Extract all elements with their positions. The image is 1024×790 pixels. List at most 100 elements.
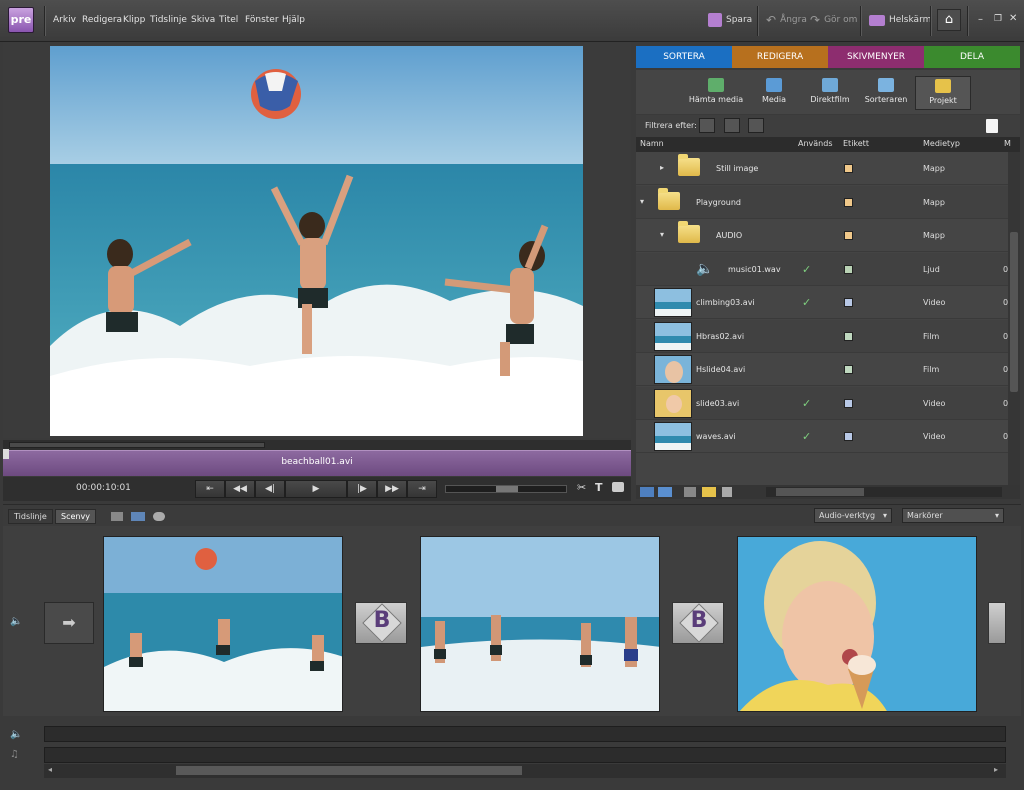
menu-klipp[interactable]: Klipp — [123, 15, 145, 25]
scene-clip-2[interactable] — [420, 536, 660, 712]
menu-skiva[interactable]: Skiva — [191, 15, 215, 25]
redo-button[interactable]: ↷ Gör om — [810, 8, 857, 32]
list-item[interactable]: 🔈 music01.wav ✓ Ljud 0 — [636, 252, 1008, 286]
film-icon — [822, 78, 838, 92]
scene-tool-icon[interactable] — [111, 512, 123, 521]
effect-tool-icon[interactable] — [153, 512, 165, 521]
icon-view-icon[interactable] — [658, 487, 672, 497]
list-horizontal-scrollbar[interactable] — [766, 487, 1002, 497]
transition-3[interactable] — [988, 602, 1006, 644]
label-swatch[interactable] — [844, 298, 853, 307]
scene-clip-1[interactable] — [103, 536, 343, 712]
menu-fonster[interactable]: Fönster — [245, 15, 279, 25]
filter-video-icon[interactable] — [699, 118, 715, 133]
fast-forward-button[interactable]: ▶▶ — [377, 480, 407, 498]
menu-hjalp[interactable]: Hjälp — [282, 15, 305, 25]
scroll-right-icon[interactable]: ▸ — [994, 765, 998, 774]
label-swatch[interactable] — [844, 264, 853, 274]
add-scene-arrow-icon[interactable]: ➡ — [44, 602, 94, 644]
media-button[interactable]: Media — [746, 76, 802, 110]
label-swatch[interactable] — [844, 432, 853, 441]
narration-track[interactable] — [44, 726, 1006, 742]
goto-in-button[interactable]: ⇤ — [195, 480, 225, 498]
close-icon[interactable]: ✕ — [1009, 13, 1017, 24]
label-swatch[interactable] — [844, 197, 853, 207]
divider — [930, 6, 931, 36]
tab-skivmenyer[interactable]: SKIVMENYER — [828, 46, 924, 68]
tab-redigera[interactable]: REDIGERA — [732, 46, 828, 68]
col-extra[interactable]: M — [1004, 139, 1011, 148]
scene-scrollbar[interactable]: ◂ ▸ — [44, 764, 1006, 778]
menu-redigera[interactable]: Redigera — [82, 15, 122, 25]
tab-dela[interactable]: DELA — [924, 46, 1020, 68]
transition-2[interactable]: B — [672, 602, 724, 644]
expanded-icon[interactable]: ▾ — [640, 197, 644, 206]
tab-timeline[interactable]: Tidslinje — [8, 509, 53, 524]
monitor-icon — [869, 14, 885, 26]
col-name[interactable]: Namn — [640, 139, 664, 148]
soundtrack-track[interactable] — [44, 747, 1006, 763]
collapsed-icon[interactable]: ▸ — [660, 163, 664, 172]
scissors-icon[interactable]: ✂ — [577, 481, 586, 494]
list-item[interactable]: Hslide04.avi Film 0 — [636, 353, 1008, 386]
col-label[interactable]: Etikett — [843, 139, 869, 148]
scroll-left-icon[interactable]: ◂ — [48, 765, 52, 774]
transition-1[interactable]: B — [355, 602, 407, 644]
project-button[interactable]: Projekt — [915, 76, 971, 110]
restore-icon[interactable]: ❐ — [994, 14, 1002, 24]
label-swatch[interactable] — [844, 398, 853, 408]
step-back-button[interactable]: ◀| — [255, 480, 285, 498]
play-button[interactable]: ▶ — [285, 480, 347, 498]
new-item-icon[interactable] — [986, 119, 998, 133]
home-icon[interactable]: ⌂ — [937, 9, 961, 31]
save-button[interactable]: Spara — [708, 8, 752, 32]
menu-titel[interactable]: Titel — [219, 15, 238, 25]
minimize-icon[interactable]: – — [978, 14, 983, 25]
markers-dropdown[interactable]: Markörer ▾ — [902, 508, 1004, 523]
list-item[interactable]: ▾ AUDIO Mapp — [636, 219, 1008, 252]
filter-audio-icon[interactable] — [724, 118, 740, 133]
menu-tidslinje[interactable]: Tidslinje — [150, 15, 187, 25]
list-item[interactable]: ▸ Still image Mapp — [636, 152, 1008, 185]
audio-tools-dropdown[interactable]: Audio-verktyg ▾ — [814, 508, 892, 523]
get-media-button[interactable]: Hämta media — [688, 76, 744, 110]
instant-movie-button[interactable]: Direktfilm — [802, 76, 858, 110]
list-item[interactable]: ▾ Playground Mapp — [636, 185, 1008, 219]
label-swatch[interactable] — [844, 365, 853, 374]
label-swatch[interactable] — [844, 331, 853, 341]
tab-sortera[interactable]: SORTERA — [636, 46, 732, 68]
app-window: pre Arkiv Redigera Klipp Tidslinje Skiva… — [0, 0, 1024, 790]
step-forward-button[interactable]: |▶ — [347, 480, 377, 498]
list-view-icon[interactable] — [640, 487, 654, 497]
list-item[interactable]: climbing03.avi ✓ Video 0 — [636, 286, 1008, 319]
zoom-scrollbar[interactable] — [3, 440, 631, 450]
list-item[interactable]: waves.avi ✓ Video 0 — [636, 420, 1008, 453]
tab-sceneview[interactable]: Scenvy — [55, 509, 96, 524]
goto-out-button[interactable]: ⇥ — [407, 480, 437, 498]
label-swatch[interactable] — [844, 231, 853, 240]
col-used[interactable]: Används — [798, 139, 833, 148]
fullscreen-button[interactable]: Helskärm — [869, 8, 931, 32]
undo-button[interactable]: ↶ Ångra — [766, 8, 807, 32]
label-swatch[interactable] — [844, 164, 853, 173]
list-item[interactable]: slide03.avi ✓ Video 0 — [636, 386, 1008, 420]
pin-icon[interactable] — [684, 487, 696, 497]
scene-clip-3[interactable] — [737, 536, 977, 712]
organizer-button[interactable]: Sorteraren — [858, 76, 914, 110]
playhead[interactable] — [3, 449, 9, 459]
trash-icon[interactable] — [722, 487, 732, 497]
expanded-icon[interactable]: ▾ — [660, 230, 664, 239]
text-icon[interactable]: T — [595, 481, 603, 494]
mini-timeline[interactable]: beachball01.avi — [3, 449, 631, 476]
new-folder-icon[interactable] — [702, 487, 716, 497]
menu-arkiv[interactable]: Arkiv — [53, 15, 76, 25]
list-item[interactable]: Hbras02.avi Film 0 — [636, 319, 1008, 353]
col-mediatype[interactable]: Medietyp — [923, 139, 960, 148]
rewind-button[interactable]: ◀◀ — [225, 480, 255, 498]
smart-tool-icon[interactable] — [131, 512, 145, 521]
filter-image-icon[interactable] — [748, 118, 764, 133]
shuttle-slider[interactable] — [445, 485, 567, 493]
camera-icon[interactable] — [612, 482, 624, 492]
list-vertical-scrollbar[interactable] — [1008, 152, 1020, 485]
divider — [757, 6, 758, 36]
